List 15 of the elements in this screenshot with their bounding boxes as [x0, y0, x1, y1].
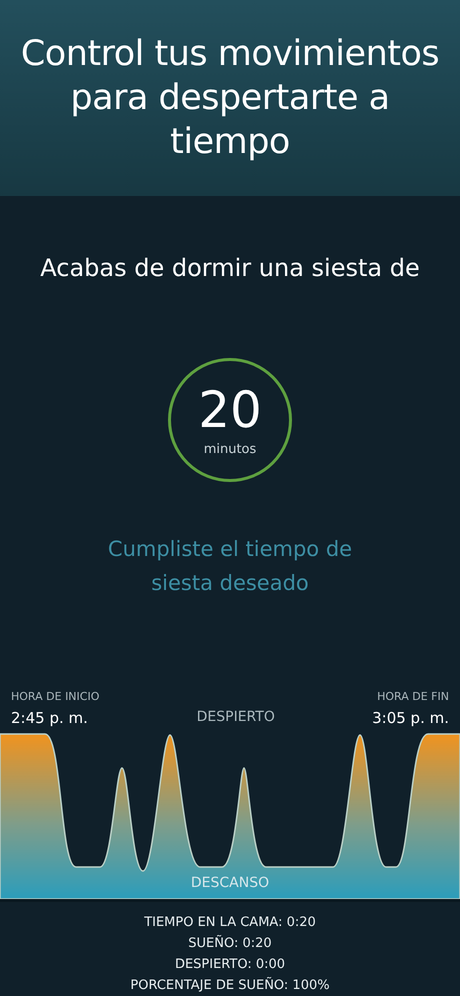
rest-label: DESCANSO: [190, 875, 270, 891]
start-label: HORA DE INICIO: [11, 690, 100, 703]
headline: Control tus movimientos para despertarte a tiempo: [20, 33, 440, 164]
stat-line: PORCENTAJE DE SUEÑO: 100%: [130, 977, 330, 995]
start-time: 2:45 p. m.: [11, 709, 89, 727]
end-label: HORA DE FIN: [377, 690, 449, 703]
result-message: Cumpliste el tiempo de siesta deseado: [106, 536, 354, 597]
awake-label: DESPIERTO: [196, 709, 275, 727]
stat-line: TIEMPO EN LA CAMA: 0:20: [144, 914, 316, 932]
stat-line: SUEÑO: 0:20: [188, 935, 272, 953]
nap-intro: Acabas de dormir una siesta de: [39, 254, 421, 282]
end-time: 3:05 p. m.: [372, 709, 449, 727]
duration-unit: minutos: [204, 442, 256, 456]
stat-line: DESPIERTO: 0:00: [174, 956, 286, 974]
duration-value: 20: [198, 384, 262, 436]
